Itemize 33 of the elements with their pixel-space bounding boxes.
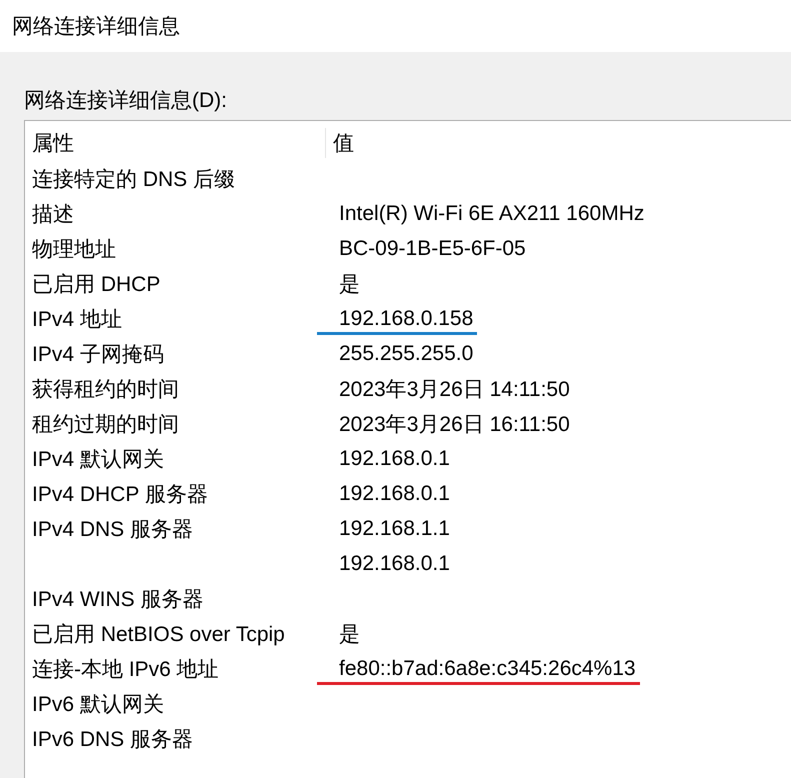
property-name: 租约过期的时间 (32, 412, 179, 436)
property-name: 描述 (32, 202, 74, 226)
property-value: 是 (339, 272, 360, 296)
property-value: 192.168.0.1 (339, 552, 450, 574)
property-name: 连接特定的 DNS 后缀 (32, 168, 236, 190)
property-name: IPv4 子网掩码 (32, 342, 164, 366)
property-name: 已启用 DHCP (32, 272, 160, 296)
property-name: 物理地址 (32, 238, 116, 260)
property-name: 获得租约的时间 (32, 378, 179, 400)
details-list[interactable] (24, 120, 791, 778)
property-value: 192.168.0.1 (339, 482, 450, 504)
property-name: 连接-本地 IPv6 地址 (32, 658, 219, 680)
window-title: 网络连接详细信息 (12, 14, 180, 40)
property-value: 2023年3月26日 16:11:50 (339, 412, 570, 436)
property-name: IPv4 WINS 服务器 (32, 588, 204, 610)
property-value: BC-09-1B-E5-6F-05 (339, 236, 526, 260)
property-value: 192.168.1.1 (339, 516, 450, 540)
property-name: IPv4 DNS 服务器 (32, 518, 194, 540)
property-name: IPv4 地址 (32, 308, 122, 330)
property-value: fe80::b7ad:6a8e:c345:26c4%13 (339, 656, 636, 680)
property-name: 已启用 NetBIOS over Tcpip (32, 622, 285, 646)
list-label: 网络连接详细信息(D): (24, 88, 228, 114)
property-value: 192.168.0.158 (339, 306, 474, 330)
property-name: IPv6 DNS 服务器 (32, 728, 194, 750)
property-name: IPv4 默认网关 (32, 448, 164, 470)
property-value: 255.255.255.0 (339, 342, 474, 364)
property-name: IPv6 默认网关 (32, 692, 164, 716)
property-value: Intel(R) Wi-Fi 6E AX211 160MHz (339, 202, 644, 224)
column-header[interactable]: 值 (333, 129, 354, 157)
property-value: 2023年3月26日 14:11:50 (339, 378, 570, 400)
property-value: 192.168.0.1 (339, 446, 450, 470)
property-value: 是 (339, 622, 360, 646)
property-name: IPv4 DHCP 服务器 (32, 482, 208, 506)
